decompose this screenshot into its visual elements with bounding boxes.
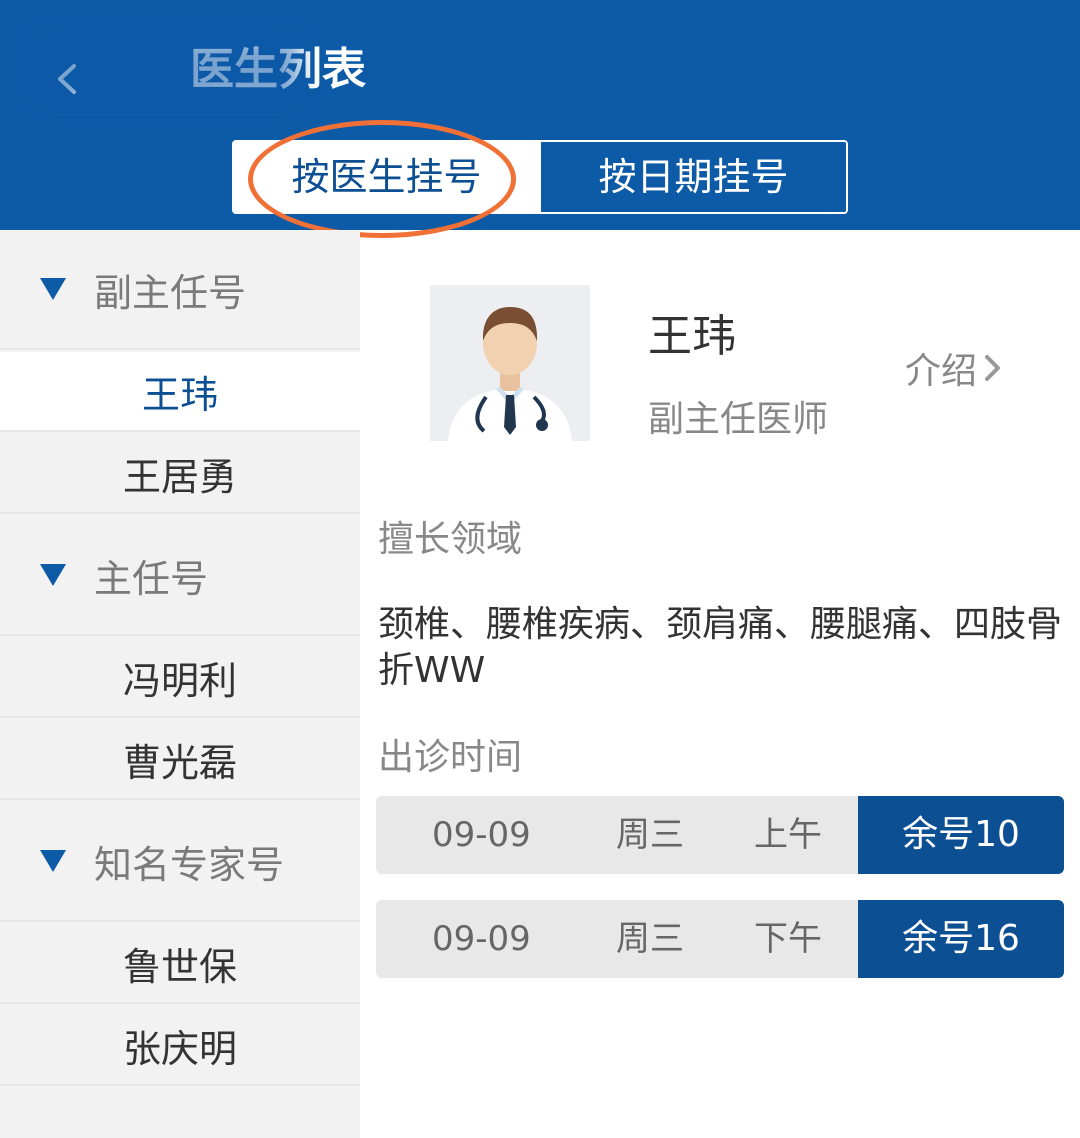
doctor-title: 副主任医师 (648, 399, 829, 440)
slot-weekday: 周三 (616, 919, 684, 959)
doctor-item[interactable]: 鲁世保 (0, 924, 360, 1004)
tab-bar: 按医生挂号 按日期挂号 (232, 140, 848, 214)
schedule-label: 出诊时间 (378, 737, 523, 778)
doctor-item[interactable]: 王居勇 (0, 434, 360, 514)
intro-label: 介绍 (905, 351, 978, 392)
group-header-chief[interactable]: 主任号 (0, 516, 360, 636)
doctor-item[interactable]: 张庆明 (0, 1006, 360, 1086)
doctor-avatar (430, 285, 590, 441)
group-header-associate-chief[interactable]: 副主任号 (0, 230, 360, 350)
doctor-item[interactable]: 冯明利 (0, 638, 360, 718)
tab-by-date[interactable]: 按日期挂号 (539, 142, 846, 212)
slot-date: 09-09 (432, 919, 531, 959)
app-header: 医生列表 按医生挂号 按日期挂号 (0, 0, 1080, 238)
slot-remaining-button[interactable]: 余号10 (858, 796, 1064, 874)
slot-date: 09-09 (432, 815, 531, 855)
doctor-avatar-icon (448, 307, 572, 441)
doctor-item[interactable]: 曹光磊 (0, 720, 360, 800)
slot-remaining-button[interactable]: 余号16 (858, 900, 1064, 978)
title-redaction-blur (40, 38, 300, 102)
group-label: 副主任号 (94, 270, 247, 315)
slot-weekday: 周三 (616, 815, 684, 855)
triangle-down-icon (40, 278, 66, 300)
group-header-famous-expert[interactable]: 知名专家号 (0, 802, 360, 922)
specialty-text: 颈椎、腰椎疾病、颈肩痛、腰腿痛、四肢骨折WW (378, 604, 1063, 691)
tab-by-doctor[interactable]: 按医生挂号 (234, 142, 539, 212)
group-label: 主任号 (94, 556, 209, 601)
schedule-slot[interactable]: 09-09 周三 下午 余号16 (376, 900, 1064, 978)
triangle-down-icon (40, 850, 66, 872)
intro-link[interactable]: 介绍 (905, 342, 1003, 394)
triangle-down-icon (40, 564, 66, 586)
doctor-item-selected[interactable]: 王玮 (0, 352, 360, 432)
doctor-detail-panel: 王玮 副主任医师 介绍 擅长领域 颈椎、腰椎疾病、颈肩痛、腰腿痛、四肢骨折WW … (360, 230, 1080, 1138)
doctor-name: 王玮 (648, 311, 736, 362)
chevron-right-icon (985, 355, 1001, 381)
slot-period: 上午 (754, 815, 822, 855)
slot-period: 下午 (754, 919, 822, 959)
schedule-slot[interactable]: 09-09 周三 上午 余号10 (376, 796, 1064, 874)
group-label: 知名专家号 (94, 842, 285, 887)
sidebar: 副主任号 王玮 王居勇 主任号 冯明利 曹光磊 知名专家号 鲁世保 张庆明 (0, 230, 360, 1138)
specialty-label: 擅长领域 (378, 519, 523, 560)
